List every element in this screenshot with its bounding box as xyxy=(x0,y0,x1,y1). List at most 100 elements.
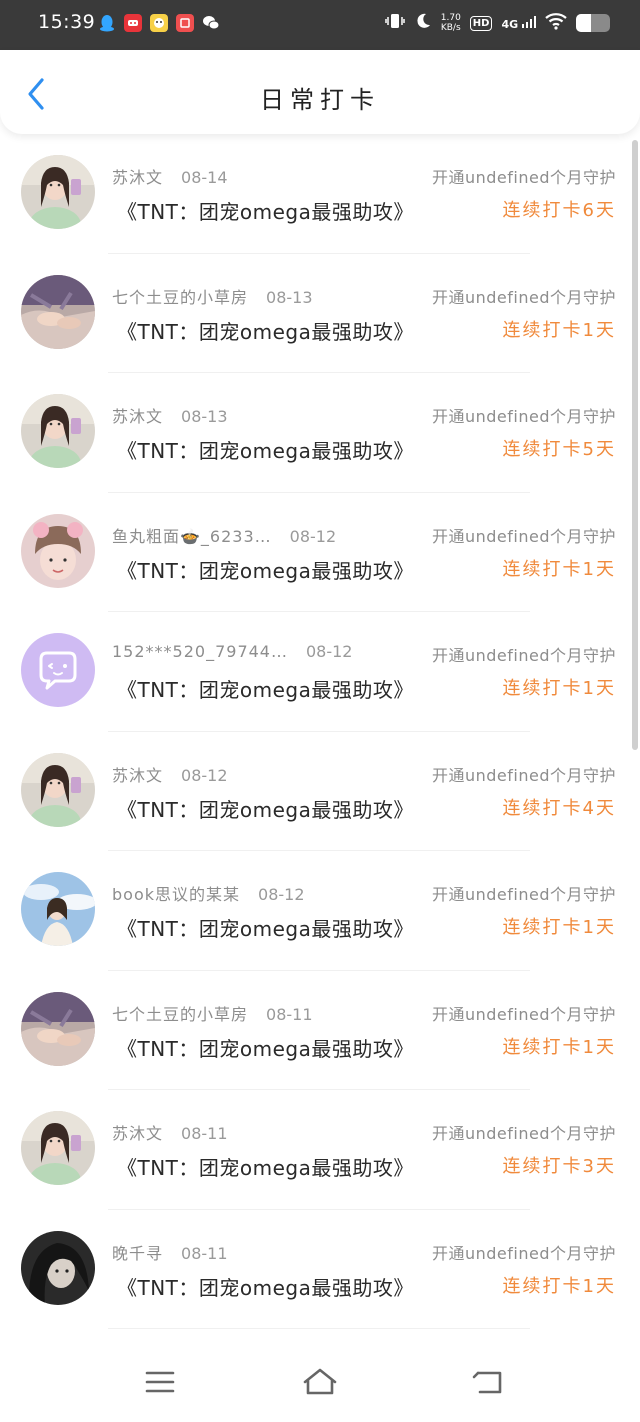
user-name[interactable]: 鱼丸粗面🍲_6233… xyxy=(112,523,272,547)
notification-icons xyxy=(98,14,220,32)
checkin-row[interactable]: 苏沐文 08-11 《TNT：团宠omega最强助攻》 开通undefined个月守护… xyxy=(0,1090,640,1210)
guard-status: 开通undefined个月守护 xyxy=(431,287,616,307)
wechat-icon xyxy=(202,14,220,32)
guard-status: 开通undefined个月守护 xyxy=(431,168,616,187)
network-speed-unit: KB/s xyxy=(440,23,461,33)
guard-status: 开通undefined个月守护 xyxy=(431,1124,616,1143)
checkin-date: 08-13 xyxy=(266,287,313,307)
checkin-row[interactable]: 苏沐文 08-13 《TNT：团宠omega最强助攻》 开通undefined个月守护… xyxy=(0,373,640,493)
home-button[interactable] xyxy=(300,1364,340,1400)
home-icon xyxy=(303,1368,337,1395)
guard-status: 开通undefined个月守护 xyxy=(431,765,616,785)
page-header: 日常打卡 xyxy=(0,50,640,134)
checkin-streak: 连续打卡1天 xyxy=(502,1036,616,1058)
checkin-streak: 连续打卡1天 xyxy=(502,558,616,580)
user-name[interactable]: 苏沐文 xyxy=(112,164,163,188)
book-title[interactable]: 《TNT：团宠omega最强助攻》 xyxy=(117,913,414,942)
menu-icon xyxy=(145,1371,175,1393)
system-icons: 1.70 KB/s HD 4G xyxy=(385,12,610,34)
meta-line: 七个土豆的小草房 08-13 xyxy=(112,284,313,308)
checkin-list: 苏沐文 08-14 《TNT：团宠omega最强助攻》 开通undefined个月守护… xyxy=(0,134,640,1329)
checkin-streak: 连续打卡1天 xyxy=(502,319,616,341)
moon-icon xyxy=(414,12,432,34)
user-name[interactable]: 晚千寻 xyxy=(112,1240,163,1264)
checkin-row[interactable]: 152***520_79744… 08-12 《TNT：团宠omega最强助攻》 开通… xyxy=(0,612,640,732)
book-title[interactable]: 《TNT：团宠omega最强助攻》 xyxy=(117,1033,414,1062)
user-name[interactable]: 苏沐文 xyxy=(112,1120,163,1144)
checkin-date: 08-12 xyxy=(181,765,228,785)
book-title[interactable]: 《TNT：团宠omega最强助攻》 xyxy=(117,316,414,345)
red-square-app-icon xyxy=(176,14,194,32)
back-nav-button[interactable] xyxy=(468,1364,508,1400)
meta-line: 鱼丸粗面🍲_6233… 08-12 xyxy=(112,523,336,547)
meta-line: 苏沐文 08-12 xyxy=(112,762,228,786)
signal-label: 4G xyxy=(501,17,519,31)
yellow-app-icon xyxy=(150,14,168,32)
user-avatar[interactable] xyxy=(21,872,95,946)
user-name[interactable]: 苏沐文 xyxy=(112,762,163,786)
user-avatar[interactable] xyxy=(21,394,95,468)
book-title[interactable]: 《TNT：团宠omega最强助攻》 xyxy=(117,1152,414,1181)
user-avatar[interactable] xyxy=(21,633,95,707)
checkin-row[interactable]: 苏沐文 08-14 《TNT：团宠omega最强助攻》 开通undefined个月守护… xyxy=(0,134,640,254)
scrollbar[interactable] xyxy=(632,140,638,750)
book-title[interactable]: 《TNT：团宠omega最强助攻》 xyxy=(117,674,414,703)
book-title[interactable]: 《TNT：团宠omega最强助攻》 xyxy=(117,794,414,823)
status-bar: 15:39 1.70 KB/s HD 4G xyxy=(0,0,640,50)
user-avatar[interactable] xyxy=(21,1230,95,1305)
checkin-date: 08-13 xyxy=(181,407,228,426)
wifi-icon xyxy=(545,12,567,34)
vibrate-icon xyxy=(385,12,405,34)
checkin-row[interactable]: 七个土豆的小草房 08-13 《TNT：团宠omega最强助攻》 开通undefine… xyxy=(0,254,640,373)
user-avatar[interactable] xyxy=(21,274,95,349)
guard-status: 开通undefined个月守护 xyxy=(431,885,616,904)
network-speed: 1.70 KB/s xyxy=(441,13,461,33)
checkin-row[interactable]: 晚千寻 08-11 《TNT：团宠omega最强助攻》 开通undefined个月守护… xyxy=(0,1210,640,1329)
user-avatar[interactable] xyxy=(21,752,95,827)
user-avatar[interactable] xyxy=(21,513,95,588)
user-avatar[interactable] xyxy=(21,991,95,1066)
meta-line: 苏沐文 08-14 xyxy=(112,164,228,188)
meta-line: book思议的某某 08-12 xyxy=(112,881,305,905)
book-title[interactable]: 《TNT：团宠omega最强助攻》 xyxy=(117,1272,414,1301)
guard-status: 开通undefined个月守护 xyxy=(431,646,616,665)
checkin-date: 08-12 xyxy=(289,526,337,546)
checkin-streak: 连续打卡6天 xyxy=(502,200,616,221)
signal-indicator: 4G xyxy=(501,15,536,31)
meta-line: 苏沐文 08-13 xyxy=(112,403,228,427)
checkin-streak: 连续打卡5天 xyxy=(502,439,616,460)
meta-line: 苏沐文 08-11 xyxy=(112,1120,228,1144)
page-title: 日常打卡 xyxy=(260,86,380,114)
user-name[interactable]: 七个土豆的小草房 xyxy=(112,1001,248,1025)
battery-fill xyxy=(576,14,592,32)
book-title[interactable]: 《TNT：团宠omega最强助攻》 xyxy=(117,435,414,464)
user-name[interactable]: 苏沐文 xyxy=(112,403,163,427)
book-title[interactable]: 《TNT：团宠omega最强助攻》 xyxy=(117,555,414,584)
checkin-streak: 连续打卡3天 xyxy=(502,1156,616,1177)
checkin-streak: 连续打卡4天 xyxy=(502,797,616,819)
guard-status: 开通undefined个月守护 xyxy=(431,526,616,546)
book-title[interactable]: 《TNT：团宠omega最强助攻》 xyxy=(117,196,414,225)
checkin-streak: 连续打卡1天 xyxy=(502,678,616,699)
checkin-date: 08-11 xyxy=(266,1004,313,1024)
user-name[interactable]: 七个土豆的小草房 xyxy=(112,284,248,308)
user-name[interactable]: 152***520_79744… xyxy=(112,642,288,661)
checkin-row[interactable]: 七个土豆的小草房 08-11 《TNT：团宠omega最强助攻》 开通undefine… xyxy=(0,971,640,1090)
guard-status: 开通undefined个月守护 xyxy=(431,1243,616,1263)
guard-status: 开通undefined个月守护 xyxy=(431,1004,616,1024)
checkin-streak: 连续打卡1天 xyxy=(502,917,616,938)
checkin-row[interactable]: book思议的某某 08-12 《TNT：团宠omega最强助攻》 开通undefin… xyxy=(0,851,640,971)
status-time: 15:39 xyxy=(38,11,96,33)
user-name[interactable]: book思议的某某 xyxy=(112,881,240,905)
back-nav-icon xyxy=(472,1371,502,1394)
checkin-streak: 连续打卡1天 xyxy=(502,1275,616,1297)
qq-icon xyxy=(98,14,116,32)
menu-button[interactable] xyxy=(140,1364,180,1400)
checkin-date: 08-11 xyxy=(181,1243,228,1263)
meta-line: 晚千寻 08-11 xyxy=(112,1240,228,1264)
checkin-row[interactable]: 鱼丸粗面🍲_6233… 08-12 《TNT：团宠omega最强助攻》 开通undef… xyxy=(0,493,640,612)
user-avatar[interactable] xyxy=(21,155,95,229)
red-app-icon xyxy=(124,14,142,32)
user-avatar[interactable] xyxy=(21,1111,95,1185)
checkin-row[interactable]: 苏沐文 08-12 《TNT：团宠omega最强助攻》 开通undefined个月守护… xyxy=(0,732,640,851)
